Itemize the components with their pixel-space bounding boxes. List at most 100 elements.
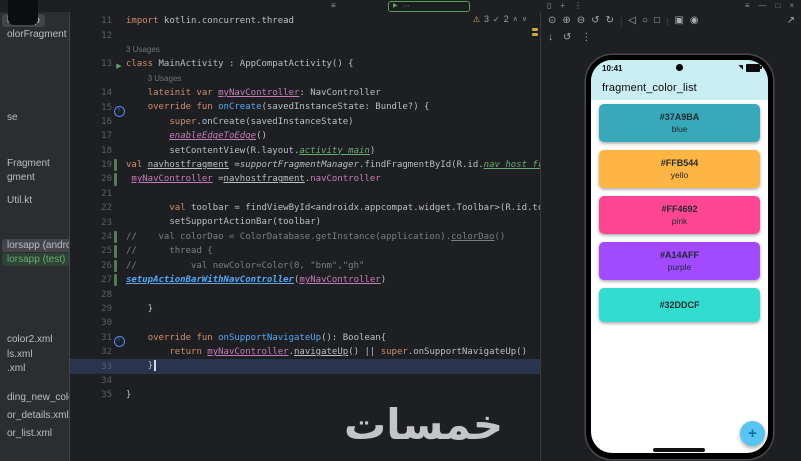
project-tool-tab[interactable] (8, 0, 38, 25)
usages-label[interactable]: 3 Usages (126, 45, 160, 54)
screenshot-icon[interactable]: ▣ (674, 14, 683, 27)
tree-item[interactable]: lorsapp (test) (2, 253, 69, 266)
add-color-fab[interactable]: + (740, 421, 765, 446)
code-text[interactable]: enableEdgeToEdge() (126, 129, 540, 143)
rotate-left-icon[interactable]: ↺ (591, 14, 599, 27)
line-number[interactable]: 29 (69, 304, 112, 314)
line-number[interactable]: 23 (69, 218, 112, 228)
run-configuration-widget[interactable]: ▶ ⋯ (388, 1, 470, 12)
next-problem-icon[interactable]: ∨ (522, 15, 527, 23)
run-icon[interactable]: ▶ (393, 2, 398, 11)
line-number[interactable]: 16 (69, 117, 112, 127)
rotate-device-icon[interactable]: ↺ (563, 31, 571, 44)
fullscreen-icon[interactable]: ↗ (787, 14, 795, 27)
usages-label[interactable]: 3 Usages (126, 74, 182, 83)
color-card[interactable]: #32DDCF (599, 288, 760, 322)
usages-hint[interactable]: 3 Usages (126, 43, 540, 57)
tree-item[interactable]: or_list.xml (2, 427, 57, 440)
line-number[interactable]: 11 (69, 16, 112, 26)
code-text[interactable]: // val colorDao = ColorDatabase.getInsta… (126, 230, 540, 244)
save-screenshot-icon[interactable]: ↓ (548, 31, 553, 44)
rotate-right-icon[interactable]: ↻ (606, 14, 614, 27)
home-icon[interactable]: ○ (642, 14, 648, 27)
device-tab-icon[interactable]: ▯ (547, 1, 551, 11)
scrollbar-warning-mark[interactable] (532, 28, 538, 31)
tree-item[interactable]: Util.kt (2, 194, 37, 207)
panel-menu-icon[interactable]: ≡ (745, 1, 750, 11)
line-number[interactable]: 24 (69, 232, 112, 242)
color-card[interactable]: #37A9BA blue (599, 104, 760, 142)
code-text[interactable]: } (126, 359, 540, 373)
code-text[interactable]: override fun onSupportNavigateUp(): Bool… (126, 331, 540, 345)
tree-item[interactable]: or_details.xml (2, 409, 69, 422)
code-text[interactable]: return myNavController.navigateUp() || s… (126, 345, 540, 359)
color-card[interactable]: #FFB544 yello (599, 150, 760, 188)
toolbar-menu-icon[interactable]: ≡ (331, 1, 336, 10)
new-device-tab-icon[interactable]: + (560, 1, 565, 11)
line-number[interactable]: 18 (69, 146, 112, 156)
minimize-panel-icon[interactable]: — (758, 1, 766, 11)
line-number[interactable]: 19 (69, 160, 112, 170)
tree-item[interactable]: olorFragment (2, 28, 69, 41)
line-number[interactable]: 35 (69, 390, 112, 400)
more-options-icon[interactable]: ⋮ (581, 31, 591, 44)
code-editor[interactable]: 11 import kotlin.concurrent.thread 12 3 Usa… (69, 12, 540, 461)
color-card[interactable]: #A14AFF purple (599, 242, 760, 280)
tab-options-icon[interactable]: ⋮ (574, 1, 582, 11)
line-number[interactable]: 15 (69, 103, 112, 113)
power-icon[interactable]: ⊙ (548, 14, 556, 27)
run-more-icon[interactable]: ⋯ (403, 2, 410, 11)
line-number[interactable]: 14 (69, 88, 112, 98)
code-text[interactable]: super.onCreate(savedInstanceState) (126, 115, 540, 129)
volume-down-icon[interactable]: ⊖ (577, 14, 585, 27)
emulator-screen[interactable]: 10:41 ◥ fragment_color_list #37A9BA blue #… (591, 60, 768, 453)
line-number[interactable]: 28 (69, 290, 112, 300)
maximize-panel-icon[interactable]: □ (775, 1, 780, 11)
code-text[interactable]: lateinit var myNavController: NavControl… (126, 86, 540, 100)
code-text[interactable]: } (126, 302, 540, 316)
code-text[interactable]: myNavController =navhostfragment.navCont… (126, 172, 540, 186)
code-text[interactable]: val navhostfragment =supportFragmentMana… (126, 158, 540, 172)
overview-icon[interactable]: □ (654, 14, 660, 27)
code-text[interactable]: class MainActivity : AppCompatActivity()… (126, 57, 540, 71)
line-number[interactable]: 17 (69, 131, 112, 141)
line-number[interactable]: 25 (69, 246, 112, 256)
tree-item[interactable]: Fragment (2, 157, 55, 170)
code-text[interactable]: // val newColor=Color(0, "bnm","gh" (126, 259, 540, 273)
scrollbar-warning-mark[interactable] (532, 33, 538, 36)
code-text[interactable]: // thread { (126, 244, 540, 258)
code-text[interactable]: setContentView(R.layout.activity_main) (126, 144, 540, 158)
color-card[interactable]: #FF4692 pink (599, 196, 760, 234)
volume-up-icon[interactable]: ⊕ (562, 14, 570, 27)
line-number[interactable]: 34 (69, 376, 112, 386)
line-number[interactable]: 31 (69, 333, 112, 343)
inspections-widget[interactable]: ⚠ 3 ✓ 2 ∧ ∨ (469, 14, 530, 24)
tree-item[interactable]: ls.xml (2, 348, 38, 361)
line-number[interactable]: 20 (69, 174, 112, 184)
code-text[interactable]: override fun onCreate(savedInstanceState… (126, 100, 540, 114)
line-number[interactable]: 32 (69, 347, 112, 357)
code-text[interactable]: setSupportActionBar(toolbar) (126, 215, 540, 229)
line-number[interactable]: 30 (69, 318, 112, 328)
home-indicator[interactable] (653, 448, 705, 452)
line-number[interactable]: 22 (69, 203, 112, 213)
tree-item[interactable]: ding_new_color.x (2, 391, 69, 404)
tree-item[interactable]: se (2, 111, 23, 124)
code-text[interactable]: val toolbar = findViewById<androidx.appc… (126, 201, 540, 215)
usages-hint[interactable]: 3 Usages (126, 72, 540, 86)
line-number[interactable]: 13 (69, 59, 112, 69)
line-number[interactable]: 33 (69, 362, 112, 372)
line-number[interactable]: 21 (69, 189, 112, 199)
line-number[interactable]: 26 (69, 261, 112, 271)
line-number[interactable]: 12 (69, 31, 112, 41)
back-icon[interactable]: ◁ (628, 14, 636, 27)
code-text[interactable]: setupActionBarWithNavController(myNavCon… (126, 273, 540, 287)
tree-item[interactable]: color2.xml (2, 333, 58, 346)
record-screen-icon[interactable]: ◉ (690, 14, 699, 27)
prev-problem-icon[interactable]: ∧ (513, 15, 518, 23)
tree-item[interactable]: gment (2, 171, 40, 184)
run-icon[interactable]: ▶ (116, 63, 121, 70)
tree-item[interactable]: lorsapp (android (2, 239, 69, 252)
tree-item[interactable]: .xml (2, 362, 30, 375)
close-panel-icon[interactable]: × (789, 1, 794, 11)
